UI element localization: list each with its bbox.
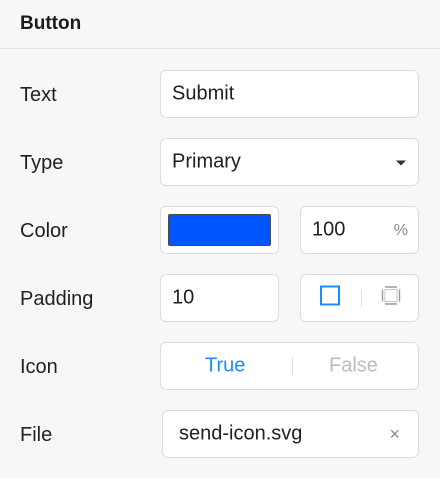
properties-panel: Button Text Submit Type Primary Color 10…: [0, 0, 440, 478]
panel-header: Button: [0, 0, 440, 49]
toggle-divider: [292, 357, 293, 375]
padding-value: 10: [172, 286, 195, 309]
chevron-down-icon: [396, 160, 406, 166]
panel-title: Button: [20, 13, 82, 34]
type-select[interactable]: Primary: [160, 138, 419, 186]
percent-unit: %: [393, 221, 408, 239]
opacity-input[interactable]: 100 %: [300, 206, 419, 254]
text-input[interactable]: Submit: [160, 70, 419, 118]
icon-toggle[interactable]: True False: [160, 342, 419, 390]
clear-icon[interactable]: ×: [389, 425, 400, 443]
padding-input[interactable]: 10: [160, 274, 279, 322]
text-input-value: Submit: [172, 82, 235, 105]
file-name: send-icon.svg: [179, 422, 303, 445]
file-label: File: [20, 424, 53, 446]
text-label: Text: [20, 84, 57, 106]
padding-label: Padding: [20, 288, 94, 310]
all-sides-icon[interactable]: [320, 285, 340, 311]
opacity-value: 100: [312, 218, 346, 241]
color-label: Color: [20, 220, 68, 242]
type-select-value: Primary: [172, 150, 241, 173]
color-picker[interactable]: [160, 206, 279, 254]
icon-true-option[interactable]: True: [205, 355, 245, 378]
type-label: Type: [20, 152, 64, 174]
icon-false-option[interactable]: False: [329, 355, 378, 378]
segment-divider: [361, 289, 362, 307]
individual-sides-icon[interactable]: [381, 286, 401, 311]
icon-label: Icon: [20, 356, 58, 378]
color-swatch: [168, 214, 271, 246]
file-input[interactable]: send-icon.svg ×: [162, 410, 419, 458]
padding-mode-toggle[interactable]: [300, 274, 419, 322]
